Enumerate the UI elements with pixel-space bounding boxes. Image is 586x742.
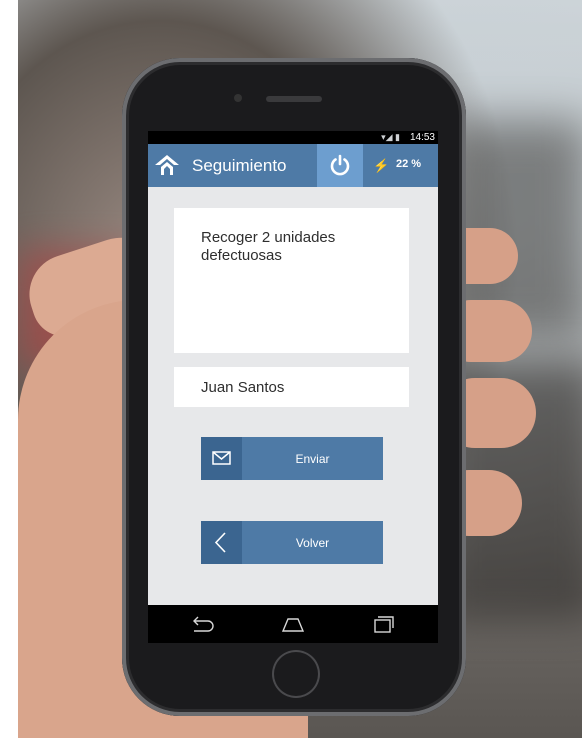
recipient-field[interactable]: Juan Santos [174,367,409,407]
battery-percent: 22 % [396,158,422,170]
send-icon-box [201,437,242,480]
back-button-label: Volver [295,536,330,550]
phone-device: ▾◢ ▮ 14:53 Seguimiento ⚡ 22 % Recoger 2 … [122,58,466,716]
phone-screen: ▾◢ ▮ 14:53 Seguimiento ⚡ 22 % Recoger 2 … [148,131,438,643]
app-bar: Seguimiento ⚡ 22 % [148,144,438,187]
front-camera [234,94,242,102]
nav-home-icon[interactable] [280,613,306,635]
nav-recents-icon[interactable] [370,613,396,635]
status-time: 14:53 [409,132,435,143]
send-button-label: Enviar [295,452,330,466]
page-title: Seguimiento [192,156,287,175]
earpiece-speaker [266,96,322,102]
message-field[interactable]: Recoger 2 unidades defectuosas [174,208,409,353]
battery-icon: ⚡ [373,158,390,173]
power-icon [330,154,350,176]
home-button[interactable] [272,650,320,698]
back-button[interactable]: Volver [201,521,383,564]
message-text: Recoger 2 unidades defectuosas [201,229,336,264]
back-icon-box [201,521,242,564]
recipient-name: Juan Santos [201,379,285,396]
chevron-left-icon [214,532,226,553]
nav-back-icon[interactable] [188,613,214,635]
power-button[interactable] [317,144,363,187]
signal-icon: ▾◢ ▮ [381,132,400,142]
battery-indicator: ⚡ 22 % [363,144,438,187]
android-nav-bar [148,605,438,643]
send-button[interactable]: Enviar [201,437,383,480]
mail-icon [212,451,231,465]
status-bar: ▾◢ ▮ 14:53 [148,131,438,144]
logo-icon [155,155,179,175]
